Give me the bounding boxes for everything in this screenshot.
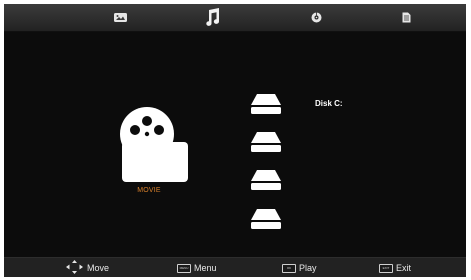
ok-key-icon: OK (282, 263, 296, 273)
tab-music[interactable] (200, 4, 224, 31)
move-label: Move (87, 263, 110, 273)
document-icon (402, 12, 411, 23)
drive-item-3[interactable] (249, 168, 283, 192)
move-hint: Move (66, 258, 109, 277)
exit-key-icon: EXIT (379, 263, 393, 273)
hint-bar: Move MENU Menu OK Play EXIT Exit (4, 257, 466, 277)
tab-document[interactable] (394, 4, 418, 31)
drive-icon (249, 94, 283, 120)
play-hint: OK Play (282, 258, 317, 277)
arrows-icon (66, 260, 83, 276)
photo-icon (113, 13, 127, 22)
exit-label: Exit (396, 263, 412, 273)
music-note-icon (204, 8, 220, 27)
exit-hint: EXIT Exit (379, 258, 411, 277)
drive-item-4[interactable] (249, 207, 283, 231)
drive-icon (249, 132, 283, 158)
media-player-screen: MOVIE Disk C: Move MENU Menu OK Play EXI… (4, 4, 466, 277)
menu-label: Menu (194, 263, 217, 273)
tab-photo[interactable] (108, 4, 132, 31)
drive-item-1[interactable] (249, 92, 283, 116)
drive-item-2[interactable] (249, 130, 283, 154)
film-reel-icon (112, 107, 192, 188)
drive-icon (249, 209, 283, 235)
menu-hint: MENU Menu (177, 258, 217, 277)
menu-key-icon: MENU (177, 263, 191, 273)
drive-icon (249, 170, 283, 196)
movie-label: MOVIE (137, 187, 161, 194)
disc-icon (311, 12, 322, 23)
movie-folder[interactable] (112, 104, 192, 184)
tab-disc[interactable] (304, 4, 328, 31)
disk-label: Disk C: (315, 99, 343, 108)
category-tab-bar (4, 4, 466, 32)
play-label: Play (299, 263, 317, 273)
